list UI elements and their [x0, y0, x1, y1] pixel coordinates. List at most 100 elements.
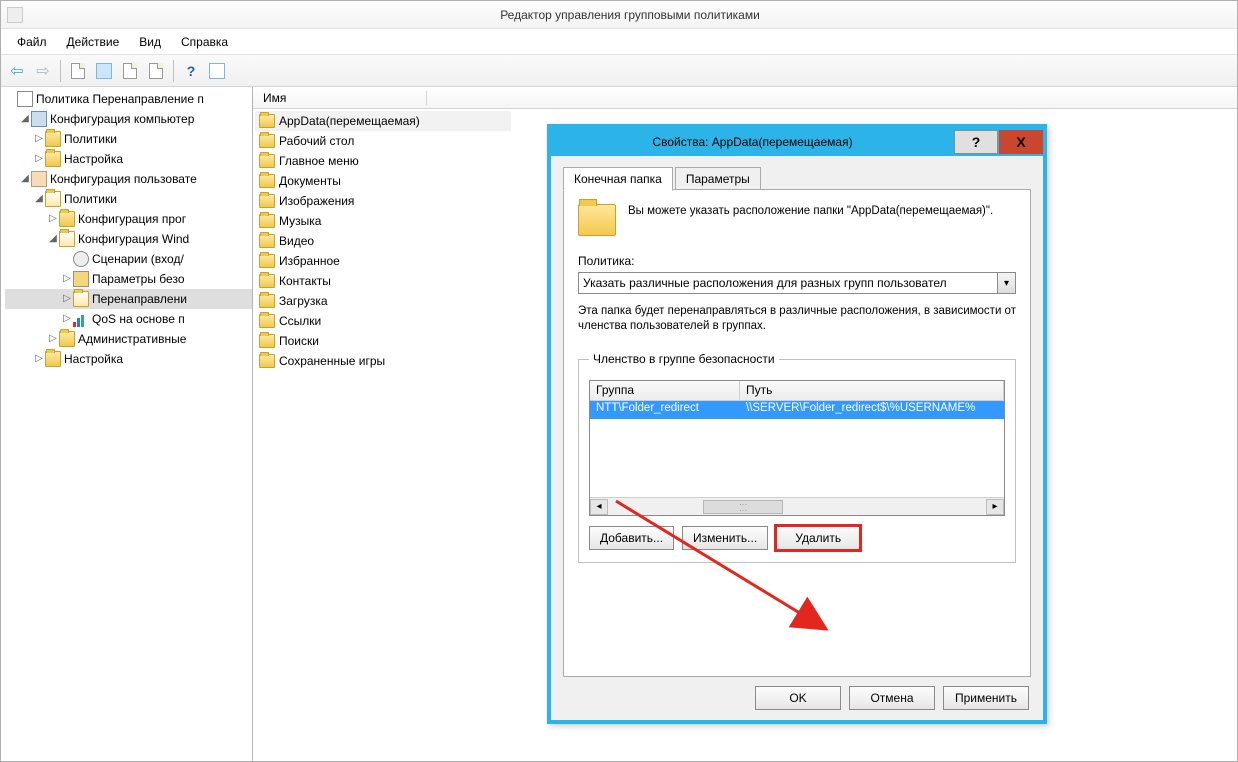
scroll-right-icon[interactable]: ▸ — [986, 499, 1004, 515]
tree-label: Сценарии (вход/ — [92, 249, 184, 269]
folder-icon — [259, 274, 275, 288]
tree-scenarios[interactable]: Сценарии (вход/ — [5, 249, 252, 269]
folder-redirect-icon — [73, 291, 89, 307]
scroll-thumb[interactable] — [703, 500, 783, 514]
nav-forward-icon[interactable] — [31, 59, 55, 83]
tree-security[interactable]: ▷Параметры безо — [5, 269, 252, 289]
sg-col-group[interactable]: Группа — [590, 381, 740, 400]
list-item[interactable]: AppData(перемещаемая) — [255, 111, 511, 131]
tabs: Конечная папка Параметры — [563, 166, 1031, 190]
properties-dialog: Свойства: AppData(перемещаемая) ? X Коне… — [547, 124, 1047, 724]
dialog-titlebar[interactable]: Свойства: AppData(перемещаемая) ? X — [551, 128, 1043, 156]
tab-parameters[interactable]: Параметры — [675, 167, 761, 191]
tree-conf-win[interactable]: ◢Конфигурация Wind — [5, 229, 252, 249]
list-item-label: Поиски — [279, 334, 319, 348]
toolbar-separator — [173, 60, 174, 82]
tree-qos[interactable]: ▷QoS на основе п — [5, 309, 252, 329]
tree-label: Перенаправлени — [92, 289, 187, 309]
apply-button[interactable]: Применить — [943, 686, 1029, 710]
list-item[interactable]: Избранное — [255, 251, 511, 271]
list-body: AppData(перемещаемая) Рабочий стол Главн… — [253, 109, 513, 373]
tree-label: Конфигурация компьютер — [50, 109, 194, 129]
folder-icon — [59, 211, 75, 227]
list-item-label: AppData(перемещаемая) — [279, 114, 420, 128]
sg-button-row: Добавить... Изменить... Удалить — [589, 526, 1005, 550]
sg-cell-group: NTT\Folder_redirect — [590, 401, 740, 419]
scroll-left-icon[interactable]: ◂ — [590, 499, 608, 515]
security-group-legend: Членство в группе безопасности — [589, 352, 779, 366]
list-item[interactable]: Сохраненные игры — [255, 351, 511, 371]
computer-icon — [31, 111, 47, 127]
nav-back-icon[interactable] — [5, 59, 29, 83]
folder-icon — [259, 334, 275, 348]
folder-icon — [259, 354, 275, 368]
tab-target-folder[interactable]: Конечная папка — [563, 167, 673, 191]
sg-row-selected[interactable]: NTT\Folder_redirect \\SERVER\Folder_redi… — [590, 401, 1004, 419]
tree-policies-user[interactable]: ◢Политики — [5, 189, 252, 209]
dialog-help-button[interactable]: ? — [954, 130, 998, 154]
tree-conf-prog[interactable]: ▷Конфигурация прог — [5, 209, 252, 229]
list-item[interactable]: Документы — [255, 171, 511, 191]
dialog-close-button[interactable]: X — [999, 130, 1043, 154]
sg-hscrollbar[interactable]: ◂ ▸ — [590, 497, 1004, 515]
menu-action[interactable]: Действие — [57, 32, 130, 52]
tree-folder-redirect[interactable]: ▷Перенаправлени — [5, 289, 252, 309]
toolbar-btn-5[interactable] — [205, 59, 229, 83]
app-icon — [7, 7, 23, 23]
policy-combo[interactable]: Указать различные расположения для разны… — [578, 272, 1016, 294]
ok-button[interactable]: OK — [755, 686, 841, 710]
tree-label: Административные — [78, 329, 186, 349]
user-icon — [31, 171, 47, 187]
tree-settings-user[interactable]: ▷Настройка — [5, 349, 252, 369]
toolbar-btn-3[interactable] — [118, 59, 142, 83]
sg-cell-path: \\SERVER\Folder_redirect$\%USERNAME% — [740, 401, 1004, 419]
list-item[interactable]: Видео — [255, 231, 511, 251]
policy-icon — [17, 91, 33, 107]
list-item[interactable]: Поиски — [255, 331, 511, 351]
help-icon[interactable] — [179, 59, 203, 83]
scroll-track[interactable] — [608, 499, 986, 515]
security-group-table[interactable]: Группа Путь NTT\Folder_redirect \\SERVER… — [589, 380, 1005, 516]
tree-user-config[interactable]: ◢Конфигурация пользовате — [5, 169, 252, 189]
gear-icon — [73, 251, 89, 267]
list-item[interactable]: Загрузка — [255, 291, 511, 311]
folder-open-icon — [59, 231, 75, 247]
list-item-label: Загрузка — [279, 294, 328, 308]
list-item[interactable]: Рабочий стол — [255, 131, 511, 151]
combo-dropdown-icon[interactable] — [997, 273, 1015, 293]
tree-settings[interactable]: ▷Настройка — [5, 149, 252, 169]
tree-policies[interactable]: ▷Политики — [5, 129, 252, 149]
tree-label: Конфигурация пользовате — [50, 169, 197, 189]
toolbar-separator — [60, 60, 61, 82]
folder-icon — [259, 114, 275, 128]
tree-computer-config[interactable]: ◢Конфигурация компьютер — [5, 109, 252, 129]
folder-big-icon — [578, 204, 616, 236]
list-item[interactable]: Музыка — [255, 211, 511, 231]
edit-button[interactable]: Изменить... — [682, 526, 768, 550]
delete-button[interactable]: Удалить — [776, 526, 860, 550]
tree-adm-templates[interactable]: ▷Административные — [5, 329, 252, 349]
list-item-label: Музыка — [279, 214, 321, 228]
tree-label: Параметры безо — [92, 269, 185, 289]
menu-help[interactable]: Справка — [171, 32, 238, 52]
tree-pane[interactable]: Политика Перенаправление п ◢Конфигурация… — [1, 87, 253, 761]
bars-icon — [73, 311, 89, 327]
list-item[interactable]: Ссылки — [255, 311, 511, 331]
add-button[interactable]: Добавить... — [589, 526, 674, 550]
list-item[interactable]: Изображения — [255, 191, 511, 211]
folder-icon — [45, 351, 61, 367]
toolbar-btn-4[interactable] — [144, 59, 168, 83]
list-column-name[interactable]: Имя — [259, 91, 427, 105]
cancel-button[interactable]: Отмена — [849, 686, 935, 710]
folder-icon — [259, 234, 275, 248]
list-item[interactable]: Контакты — [255, 271, 511, 291]
toolbar-btn-2[interactable] — [92, 59, 116, 83]
list-item[interactable]: Главное меню — [255, 151, 511, 171]
list-header[interactable]: Имя — [253, 87, 1237, 109]
menu-file[interactable]: Файл — [7, 32, 57, 52]
menu-view[interactable]: Вид — [129, 32, 171, 52]
tree-root[interactable]: Политика Перенаправление п — [5, 89, 252, 109]
toolbar-btn-1[interactable] — [66, 59, 90, 83]
sg-col-path[interactable]: Путь — [740, 381, 1004, 400]
list-item-label: Документы — [279, 174, 341, 188]
